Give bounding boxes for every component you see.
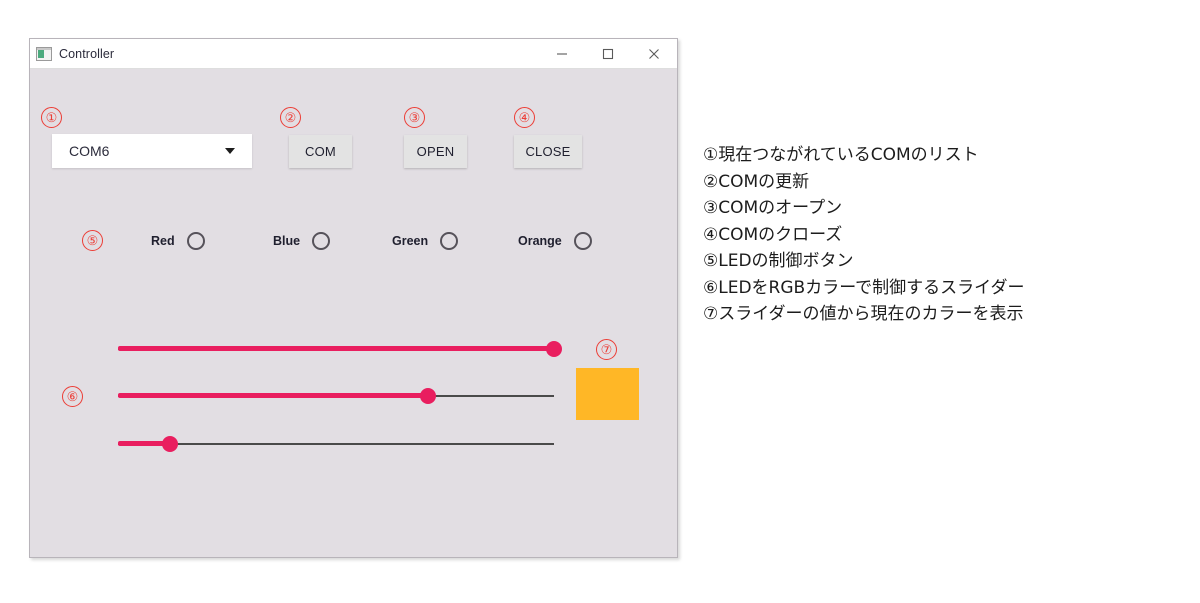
chevron-down-icon <box>225 148 235 154</box>
radio-circle-orange[interactable] <box>573 232 592 250</box>
annotation-marker-1: ① <box>41 107 62 128</box>
current-color-preview <box>576 368 639 420</box>
annotation-marker-6: ⑥ <box>62 386 83 407</box>
legend-line-4: ④COMのクローズ <box>703 224 843 245</box>
com-open-button[interactable]: OPEN <box>404 135 467 168</box>
rgb-slider-green[interactable] <box>118 386 554 406</box>
led-control-radio-group: Red Blue Green Orange <box>118 229 628 253</box>
com-close-button[interactable]: CLOSE <box>514 135 582 168</box>
slider-fill <box>118 393 428 398</box>
rgb-slider-blue[interactable] <box>118 434 554 454</box>
slider-track <box>118 443 554 445</box>
slider-thumb[interactable] <box>546 341 562 357</box>
annotation-marker-5: ⑤ <box>82 230 103 251</box>
radio-label-red: Red <box>151 234 175 248</box>
com-port-select-value: COM6 <box>69 143 110 159</box>
legend-line-5: ⑤LEDの制御ボタン <box>703 251 854 271</box>
window-controls <box>539 39 677 68</box>
legend-line-1: ①現在つながれているCOMのリスト <box>703 145 979 165</box>
legend-list: ①現在つながれているCOMのリスト ②COMの更新 ③COMのオープン ④COM… <box>703 142 1183 328</box>
radio-circle-blue[interactable] <box>312 232 331 250</box>
com-port-select[interactable]: COM6 <box>52 134 252 168</box>
radio-circle-red[interactable] <box>186 232 205 250</box>
radio-circle-green[interactable] <box>440 232 459 250</box>
annotation-marker-2: ② <box>280 107 301 128</box>
minimize-icon[interactable] <box>539 39 585 68</box>
controller-window: Controller ① ② ③ ④ ⑤ ⑥ ⑦ COM6 COM OPEN C… <box>29 38 678 558</box>
radio-option-blue[interactable]: Blue <box>273 229 331 253</box>
radio-option-red[interactable]: Red <box>151 229 205 253</box>
annotation-marker-7: ⑦ <box>596 339 617 360</box>
legend-line-6: ⑥LEDをRGBカラーで制御するスライダー <box>703 277 1025 298</box>
com-refresh-button[interactable]: COM <box>289 135 352 168</box>
radio-label-blue: Blue <box>273 234 301 248</box>
radio-label-green: Green <box>392 234 429 248</box>
rgb-slider-red[interactable] <box>118 339 562 359</box>
annotation-marker-4: ④ <box>514 107 535 128</box>
radio-option-green[interactable]: Green <box>392 229 459 253</box>
legend-line-3: ③COMのオープン <box>703 198 843 218</box>
legend-line-7: ⑦スライダーの値から現在のカラーを表示 <box>703 304 1024 324</box>
slider-thumb[interactable] <box>419 388 436 404</box>
radio-option-orange[interactable]: Orange <box>518 229 592 253</box>
slider-fill <box>118 346 554 351</box>
window-client-area: ① ② ③ ④ ⑤ ⑥ ⑦ COM6 COM OPEN CLOSE Red Bl… <box>30 69 677 557</box>
annotation-marker-3: ③ <box>404 107 425 128</box>
maximize-icon[interactable] <box>585 39 631 68</box>
application-window-icon <box>36 46 52 61</box>
legend-line-2: ②COMの更新 <box>703 171 810 192</box>
close-icon[interactable] <box>631 39 677 68</box>
window-title: Controller <box>59 46 115 61</box>
radio-label-orange: Orange <box>518 234 562 248</box>
slider-thumb[interactable] <box>162 436 179 452</box>
title-bar: Controller <box>30 39 677 69</box>
